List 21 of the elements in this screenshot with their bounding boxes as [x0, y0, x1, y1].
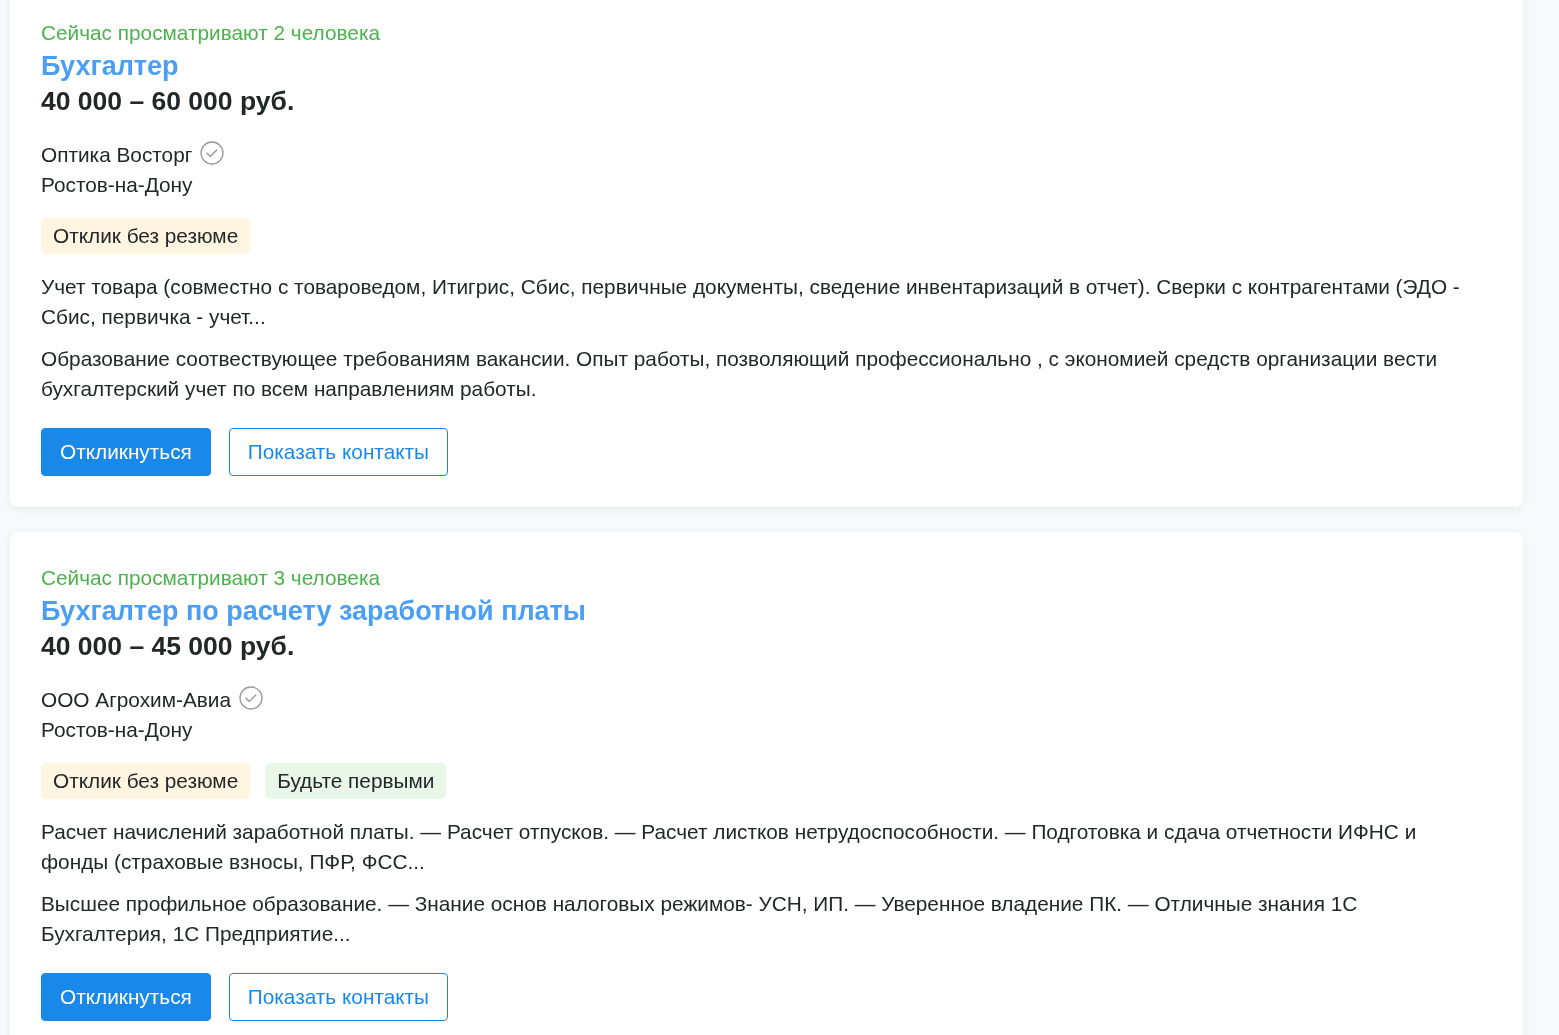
salary-range: 40 000 – 45 000 руб.	[41, 630, 296, 663]
city-label: Ростов-на-Дону	[41, 172, 194, 198]
respond-button[interactable]: Откликнуться	[41, 973, 211, 1021]
vacancy-title-link[interactable]: Бухгалтер по расчету заработной платы	[41, 593, 586, 629]
vacancy-snippet: Расчет начислений заработной платы. — Расчет отпусков. — Расчет листков нетрудоспособности. — Подготовка и сдача отчетности ИФНС и фонды (страховые взносы, ПФР, ФСС...	[41, 819, 1418, 875]
viewers-count: Сейчас просматривают 2 человека	[41, 20, 381, 46]
tag-label: Отклик без резюме	[41, 763, 251, 799]
city-label: Ростов-на-Дону	[41, 717, 194, 743]
company-name-link[interactable]: ООО Агрохим-Авиа	[41, 685, 231, 715]
respond-button[interactable]: Откликнуться	[41, 428, 211, 476]
show-contacts-button[interactable]: Показать контакты	[228, 428, 449, 476]
vacancy-snippet: Образование соотвествующее требованиям вакансии. Опыт работы, позволяющий профессионально , с экономией средств организации вести бухгалтерский учет по всем направлениям работы.	[41, 346, 1439, 402]
vacancy-snippet: Учет товара (совместно с товароведом, Итигрис, Сбис, первичные документы, сведение инвентаризаций в отчет). Сверки с контрагентами (ЭДО - Сбис, первичка - учет...	[41, 274, 1461, 330]
tag-label: Отклик без резюме	[41, 218, 251, 254]
salary-range: 40 000 – 60 000 руб.	[41, 85, 296, 118]
viewers-count: Сейчас просматривают 3 человека	[41, 565, 381, 591]
company-name-link[interactable]: Оптика Восторг	[41, 140, 193, 170]
tag-label: Будьте первыми	[265, 763, 447, 799]
vacancy-snippet: Высшее профильное образование. — Знание основ налоговых режимов- УСН, ИП. — Уверенное владение ПК. — Отличные знания 1С Бухгалтерия, 1С Предприятие...	[41, 891, 1359, 947]
show-contacts-button[interactable]: Показать контакты	[228, 973, 449, 1021]
vacancy-title-link[interactable]: Бухгалтер	[41, 48, 179, 84]
